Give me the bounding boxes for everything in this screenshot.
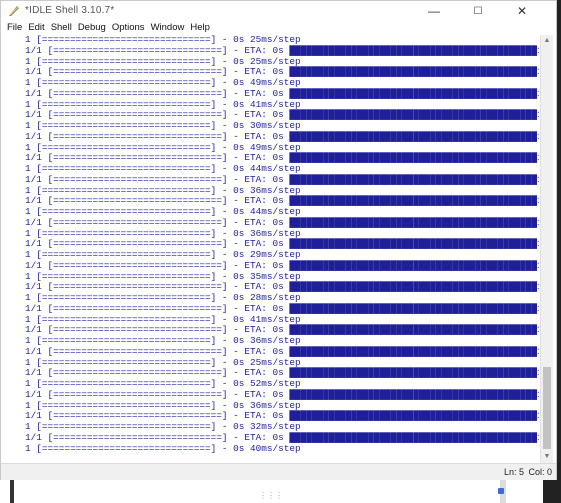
shell-output-line: 1/1 [==============================] - E… <box>25 130 539 142</box>
background-window-edge <box>10 480 14 503</box>
resize-grip-icon[interactable]: ⋮⋮⋮ <box>259 491 283 500</box>
shell-output-line: 1 [==============================] - 0s … <box>25 442 301 454</box>
line-number-indicator: Ln: 5 <box>503 467 524 477</box>
python-feather-icon <box>7 4 21 18</box>
menu-help[interactable]: Help <box>190 21 210 35</box>
scroll-down-arrow-icon[interactable]: ▼ <box>541 451 553 463</box>
shell-output-line: 1/1 [==============================] - E… <box>25 44 539 56</box>
minimize-button[interactable]: — <box>412 1 456 21</box>
shell-output-line: 1/1 [==============================] - E… <box>25 87 539 99</box>
background-window-marker <box>498 488 504 494</box>
shell-output-line: 1/1 [==============================] - E… <box>25 431 539 443</box>
adjacent-window-edge <box>557 0 561 480</box>
menu-debug[interactable]: Debug <box>78 21 106 35</box>
menu-shell[interactable]: Shell <box>51 21 72 35</box>
status-bar: Ln: 5 Col: 0 <box>1 463 556 480</box>
menu-bar: File Edit Shell Debug Options Window Hel… <box>1 21 556 35</box>
column-number-indicator: Col: 0 <box>528 467 552 477</box>
menu-options[interactable]: Options <box>112 21 145 35</box>
shell-output-line: 1/1 [==============================] - E… <box>25 173 539 185</box>
maximize-button[interactable]: ☐ <box>456 1 500 21</box>
shell-gutter <box>1 35 25 463</box>
background-window-edge <box>543 480 561 503</box>
idle-shell-window: *IDLE Shell 3.10.7* — ☐ ✕ File Edit Shel… <box>0 0 557 480</box>
scrollbar-thumb[interactable] <box>543 367 551 449</box>
menu-file[interactable]: File <box>7 21 22 35</box>
close-button[interactable]: ✕ <box>500 1 544 21</box>
shell-output-line: 1/1 [==============================] - E… <box>25 302 539 314</box>
shell-output-line: 1/1 [==============================] - E… <box>25 388 539 400</box>
shell-output-line: 1/1 [==============================] - E… <box>25 345 539 357</box>
scroll-up-arrow-icon[interactable]: ▲ <box>541 35 553 47</box>
shell-output-line: 1/1 [==============================] - E… <box>25 259 539 271</box>
title-bar[interactable]: *IDLE Shell 3.10.7* — ☐ ✕ <box>1 1 556 21</box>
vertical-scrollbar[interactable]: ▲ ▼ <box>540 35 553 463</box>
shell-output-line: 1/1 [==============================] - E… <box>25 216 539 228</box>
window-title: *IDLE Shell 3.10.7* <box>25 5 115 16</box>
menu-edit[interactable]: Edit <box>28 21 44 35</box>
shell-output-area[interactable]: 1 [==============================] - 0s … <box>25 35 539 463</box>
menu-window[interactable]: Window <box>151 21 185 35</box>
